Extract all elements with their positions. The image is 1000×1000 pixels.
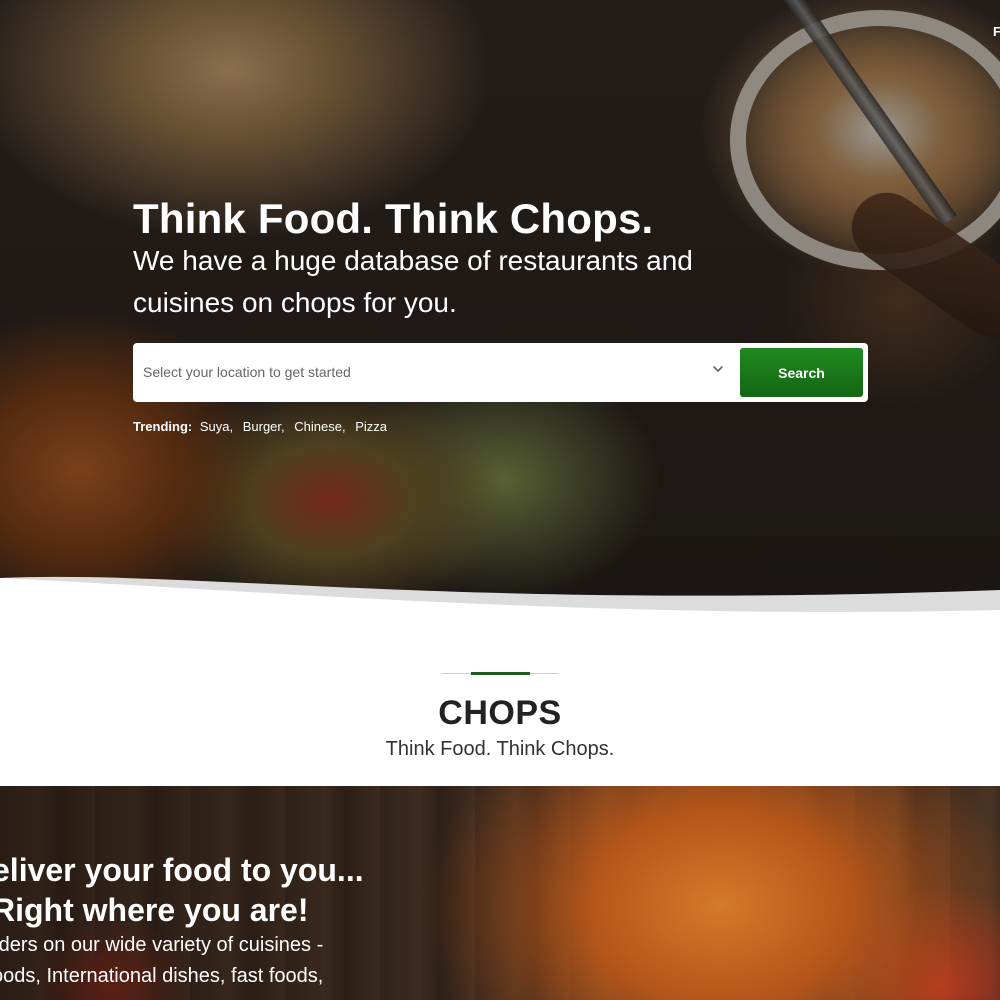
promo-title: eliver your food to you... Right where y… (0, 850, 364, 930)
hero-title: Think Food. Think Chops. (133, 195, 654, 242)
promo-title-line-1: eliver your food to you... (0, 852, 364, 888)
section-title: CHOPS (438, 694, 562, 732)
chevron-down-icon[interactable] (711, 362, 725, 376)
hero-wave-divider (0, 576, 1000, 630)
trending-tag-chinese[interactable]: Chinese, (294, 419, 345, 434)
hero-banner: F Think Food. Think Chops. We have a hug… (0, 0, 1000, 620)
hero-subtitle: We have a huge database of restaurants a… (133, 245, 693, 318)
header-nav-item-partial[interactable]: F (993, 24, 1000, 39)
trending-list: Trending: Suya, Burger, Chinese, Pizza (133, 419, 393, 434)
location-select-input[interactable] (143, 353, 703, 391)
trending-tag-pizza[interactable]: Pizza (355, 419, 387, 434)
promo-text-line-2: oods, International dishes, fast foods, (0, 965, 324, 987)
trending-tag-burger[interactable]: Burger, (243, 419, 285, 434)
section-subtitle: Think Food. Think Chops. (385, 738, 615, 760)
promo-text-line-1: rders on our wide variety of cuisines - (0, 934, 324, 956)
promo-title-line-2: Right where you are! (0, 892, 309, 928)
trending-tag-suya[interactable]: Suya, (200, 419, 233, 434)
section-divider-accent (471, 672, 530, 675)
delivery-promo-banner: eliver your food to you... Right where y… (0, 786, 1000, 1000)
location-search-bar: Search (133, 343, 868, 402)
search-button[interactable]: Search (740, 348, 863, 397)
promo-text: rders on our wide variety of cuisines - … (0, 930, 323, 992)
trending-label: Trending: (133, 419, 193, 434)
